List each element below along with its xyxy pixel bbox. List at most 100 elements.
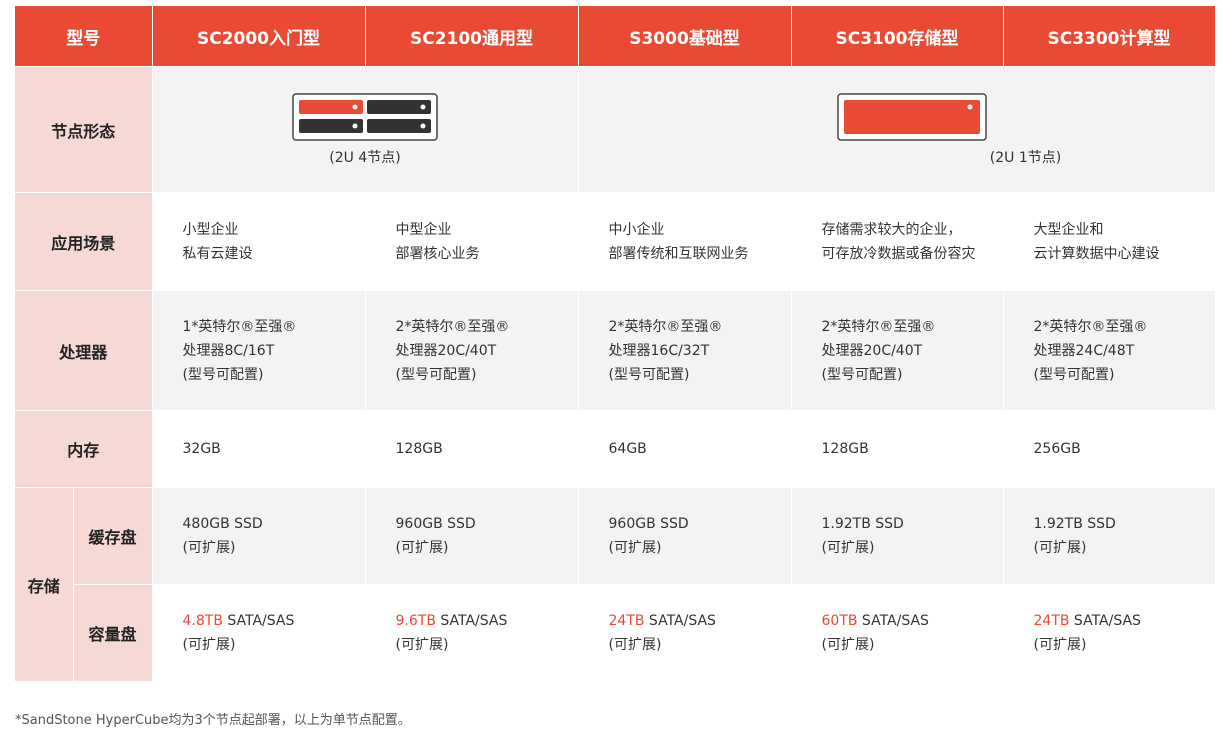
cpu-row: 处理器 1*英特尔®至强® 处理器8C/16T (型号可配置) 2*英特尔®至强® 处… <box>15 290 1216 411</box>
cell-line: (可扩展) <box>182 540 236 556</box>
header-model: SC2000入门型 <box>152 6 366 67</box>
cache-row-label: 缓存盘 <box>73 487 153 585</box>
cell-line: 中小企业 <box>608 221 665 238</box>
cache-cell: 1.92TB SSD (可扩展) <box>1003 487 1216 585</box>
storage-row-label: 存储 <box>15 487 74 682</box>
cell-line: 960GB SSD <box>608 516 689 532</box>
capacity-cell: 60TB SATA/SAS (可扩展) <box>791 584 1004 682</box>
cache-cell: 1.92TB SSD (可扩展) <box>791 487 1004 585</box>
cell-line: (型号可配置) <box>821 366 903 383</box>
header-model: SC2100通用型 <box>365 6 579 67</box>
cell-line: (可扩展) <box>182 637 236 653</box>
form-left-cell: (2U 4节点) <box>152 66 579 193</box>
capacity-cell: 4.8TB SATA/SAS (可扩展) <box>152 584 366 682</box>
scenario-cell: 中小企业部署传统和互联网业务 <box>578 192 792 291</box>
cell-line: 处理器20C/40T <box>395 342 497 359</box>
capacity-type: SATA/SAS <box>857 613 929 629</box>
footnote: *SandStone HyperCube均为3个节点起部署，以上为单节点配置。 <box>15 713 411 728</box>
cell-line: 小型企业 <box>182 221 239 238</box>
server-2u-1node-icon <box>836 92 987 141</box>
capacity-size: 24TB <box>1033 613 1070 629</box>
cache-cell: 960GB SSD (可扩展) <box>365 487 579 585</box>
cell-line: 2*英特尔®至强® <box>608 318 723 335</box>
memory-row-label: 内存 <box>15 410 153 488</box>
cell-line: 可存放冷数据或备份容灾 <box>821 245 976 262</box>
cell-line: (可扩展) <box>1033 637 1087 653</box>
cell-line: (可扩展) <box>608 637 662 653</box>
memory-cell: 128GB <box>791 410 1004 488</box>
cell-line: (型号可配置) <box>395 366 477 383</box>
cell-line: 2*英特尔®至强® <box>1033 318 1148 335</box>
memory-cell: 256GB <box>1003 410 1216 488</box>
cache-row: 存储 缓存盘 480GB SSD (可扩展) 960GB SSD (可扩展) 960… <box>15 487 1216 682</box>
header-model-label: 型号 <box>15 6 153 67</box>
cell-line: 1*英特尔®至强® <box>182 318 297 335</box>
header-model: SC3300计算型 <box>1003 6 1216 67</box>
cell-line: 处理器8C/16T <box>182 342 275 359</box>
capacity-size: 24TB <box>608 613 645 629</box>
capacity-size: 60TB <box>821 613 858 629</box>
cell-line: 960GB SSD <box>395 516 476 532</box>
memory-cell: 32GB <box>152 410 366 488</box>
memory-cell: 128GB <box>365 410 579 488</box>
cell-line: 中型企业 <box>395 221 452 238</box>
cell-line: 处理器20C/40T <box>821 342 923 359</box>
capacity-type: SATA/SAS <box>435 613 508 629</box>
cpu-row-label: 处理器 <box>15 290 153 411</box>
capacity-size: 4.8TB <box>182 613 223 629</box>
capacity-type: SATA/SAS <box>644 613 716 629</box>
header-row: 型号 SC2000入门型 SC2100通用型 S3000基础型 SC3100存储… <box>15 6 1216 67</box>
cell-line: (可扩展) <box>395 540 449 556</box>
scenario-row-label: 应用场景 <box>15 192 153 291</box>
cell-line: 部署核心业务 <box>395 245 480 262</box>
spec-table: 型号 SC2000入门型 SC2100通用型 S3000基础型 SC3100存储… <box>15 6 1216 682</box>
cell-line: 1.92TB SSD <box>821 516 904 532</box>
server-2u-4node-icon <box>292 92 438 141</box>
scenario-cell: 小型企业 私有云建设 <box>152 192 366 291</box>
cell-line: 处理器24C/48T <box>1033 342 1135 359</box>
header-model: SC3100存储型 <box>791 6 1004 67</box>
cell-line: 480GB SSD <box>182 516 263 532</box>
header-model: S3000基础型 <box>578 6 792 67</box>
cell-line: 存储需求较大的企业， <box>821 221 962 238</box>
capacity-row-label: 容量盘 <box>73 584 153 682</box>
cell-line: (可扩展) <box>1033 540 1087 556</box>
capacity-size: 9.6TB <box>395 613 436 629</box>
cell-line: 2*英特尔®至强® <box>821 318 936 335</box>
capacity-type: SATA/SAS <box>222 613 295 629</box>
cpu-cell: 1*英特尔®至强® 处理器8C/16T (型号可配置) <box>152 290 366 411</box>
cell-line: 1.92TB SSD <box>1033 516 1116 532</box>
cell-line: 大型企业和 <box>1033 221 1104 238</box>
memory-row: 内存 32GB 128GB 64GB 128GB 256GB <box>15 410 1216 488</box>
scenario-row: 应用场景 小型企业私有云建设 中型企业部署核心业务 中小企业部署传统和互联网业务… <box>15 192 1216 291</box>
cache-cell: 960GB SSD (可扩展) <box>578 487 792 585</box>
form-row-label: 节点形态 <box>15 66 153 193</box>
cell-line: (型号可配置) <box>1033 366 1115 383</box>
cell-line: (可扩展) <box>395 637 449 653</box>
form-row: 节点形态 (2U 4节点) (2U 1节点) <box>15 66 1216 193</box>
scenario-cell: 大型企业和云计算数据中心建设 <box>1003 192 1216 291</box>
cpu-cell: 2*英特尔®至强® 处理器20C/40T (型号可配置) <box>365 290 579 411</box>
cache-cell: 480GB SSD (可扩展) <box>152 487 366 585</box>
capacity-cell: 9.6TB SATA/SAS (可扩展) <box>365 584 579 682</box>
capacity-type: SATA/SAS <box>1069 613 1141 629</box>
form-right-cell: (2U 1节点) <box>578 66 1216 193</box>
cell-line: 处理器16C/32T <box>608 342 710 359</box>
cell-line: 部署传统和互联网业务 <box>608 245 749 262</box>
form-right-caption: (2U 1节点) <box>989 149 1062 166</box>
cell-line: 云计算数据中心建设 <box>1033 245 1160 262</box>
capacity-cell: 24TB SATA/SAS (可扩展) <box>1003 584 1216 682</box>
cpu-cell: 2*英特尔®至强® 处理器24C/48T (型号可配置) <box>1003 290 1216 411</box>
cell-line: (可扩展) <box>608 540 662 556</box>
cell-line: (型号可配置) <box>182 366 264 383</box>
cpu-cell: 2*英特尔®至强® 处理器20C/40T (型号可配置) <box>791 290 1004 411</box>
cell-line: 私有云建设 <box>182 245 253 262</box>
capacity-row: 容量盘 4.8TB SATA/SAS (可扩展) 9.6TB SATA/SAS (可… <box>15 584 1216 682</box>
cell-line: (可扩展) <box>821 637 875 653</box>
memory-cell: 64GB <box>578 410 792 488</box>
cell-line: 2*英特尔®至强® <box>395 318 510 335</box>
cpu-cell: 2*英特尔®至强® 处理器16C/32T (型号可配置) <box>578 290 792 411</box>
cell-line: (型号可配置) <box>608 366 690 383</box>
scenario-cell: 存储需求较大的企业， 可存放冷数据或备份容灾 <box>791 192 1004 291</box>
cell-line: (可扩展) <box>821 540 875 556</box>
